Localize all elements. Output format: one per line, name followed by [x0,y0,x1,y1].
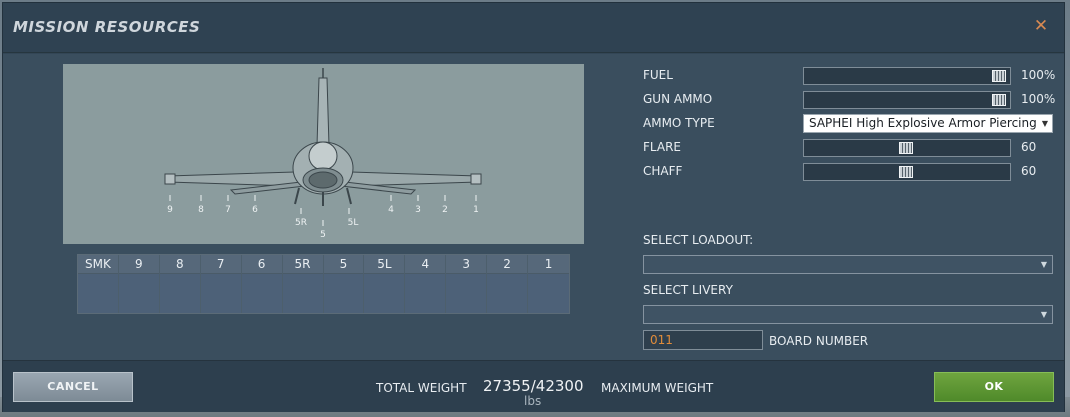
pylon-column: 5L [364,255,406,313]
pylon-header: 3 [446,255,487,274]
pylon-slot-7[interactable] [200,274,241,313]
pylon-table: SMK 9 8 7 6 5R 5 5L 4 3 2 1 [77,254,570,314]
weight-unit: lbs [524,394,542,408]
settings-panel: FUEL 100% GUN AMMO 100% AMMO TYPE SAPHEI… [643,64,1063,350]
board-number-label: BOARD NUMBER [769,334,869,348]
ok-button[interactable]: OK [934,372,1054,402]
title-bar: MISSION RESOURCES ✕ [3,3,1064,53]
pylon-column: 6 [241,255,283,313]
mission-resources-window: MISSION RESOURCES ✕ 9 8 7 6 5R 5 5L 4 3 … [2,2,1065,412]
aircraft-preview: 9 8 7 6 5R 5 5L 4 3 2 1 [63,64,584,244]
pylon-slot-6[interactable] [241,274,282,313]
pylon-slot-1[interactable] [528,274,569,313]
chaff-slider[interactable] [803,163,1011,181]
pylon-column: 9 [118,255,160,313]
cancel-button[interactable]: CANCEL [13,372,133,402]
slider-thumb[interactable] [992,70,1006,82]
slider-thumb[interactable] [992,94,1006,106]
station-marker: 8 [198,205,204,215]
station-marker: 1 [473,205,479,215]
total-weight-label: TOTAL WEIGHT [376,381,467,395]
flare-row: FLARE 60 [643,136,1063,160]
loadout-select[interactable]: ▼ [643,255,1053,274]
chevron-down-icon: ▼ [1040,260,1048,269]
chevron-down-icon: ▼ [1040,310,1048,319]
close-icon[interactable]: ✕ [1032,17,1050,35]
pylon-header: 5 [323,255,364,274]
select-loadout-label: SELECT LOADOUT: [643,233,754,247]
chaff-label: CHAFF [643,164,683,178]
content-area: 9 8 7 6 5R 5 5L 4 3 2 1 SMK 9 8 7 6 5R 5… [3,54,1064,360]
pylon-header: 7 [200,255,241,274]
station-marker: 3 [415,205,421,215]
gun-ammo-value: 100% [1021,92,1056,106]
ammo-type-label: AMMO TYPE [643,116,715,130]
livery-select[interactable]: ▼ [643,305,1053,324]
maximum-weight-label: MAXIMUM WEIGHT [601,381,714,395]
chevron-down-icon: ▼ [1038,115,1052,132]
pylon-column: 2 [487,255,529,313]
pylon-header: 1 [528,255,569,274]
pylon-column: 5R [282,255,324,313]
station-marker: 9 [167,205,173,215]
ammo-type-selected: SAPHEI High Explosive Armor Piercing P [809,116,1048,130]
station-marker: 5 [320,230,326,240]
fuel-value: 100% [1021,68,1056,82]
station-marker: 2 [442,205,448,215]
pylon-header: 2 [487,255,528,274]
pylon-slot-5[interactable] [323,274,364,313]
gun-ammo-label: GUN AMMO [643,92,713,106]
ammo-type-select[interactable]: SAPHEI High Explosive Armor Piercing P ▼ [803,114,1053,133]
pylon-header: 5L [364,255,405,274]
pylon-slot-5r[interactable] [282,274,323,313]
station-marker: 5L [348,218,359,228]
slider-thumb[interactable] [899,142,913,154]
station-marker: 4 [388,205,394,215]
pylon-column: 3 [446,255,488,313]
pylon-header: SMK [78,255,118,274]
pylon-slot-8[interactable] [159,274,200,313]
pylon-slot-4[interactable] [405,274,446,313]
chaff-row: CHAFF 60 [643,160,1063,184]
aircraft-front-view: 9 8 7 6 5R 5 5L 4 3 2 1 [164,68,482,240]
pylon-column: 1 [528,255,569,313]
flare-slider[interactable] [803,139,1011,157]
fuel-row: FUEL 100% [643,64,1063,88]
weight-value: 27355/42300 [483,377,584,395]
pylon-column: 4 [405,255,447,313]
flare-label: FLARE [643,140,681,154]
pylon-header: 8 [159,255,200,274]
fuel-label: FUEL [643,68,673,82]
chaff-value: 60 [1021,164,1037,178]
pylon-header: 9 [118,255,159,274]
station-marker: 5R [295,218,307,228]
pylon-column: 7 [200,255,242,313]
pylon-slot-5l[interactable] [364,274,405,313]
footer-bar: CANCEL TOTAL WEIGHT 27355/42300 lbs MAXI… [3,360,1064,412]
pylon-header: 5R [282,255,323,274]
pylon-slot-9[interactable] [118,274,159,313]
pylon-column: SMK [78,255,119,313]
select-livery-label: SELECT LIVERY [643,283,733,297]
station-marker: 7 [225,205,231,215]
gun-ammo-slider[interactable] [803,91,1011,109]
pylon-slot-smk[interactable] [78,274,118,313]
pylon-header: 6 [241,255,282,274]
pylon-header: 4 [405,255,446,274]
pylon-column: 8 [159,255,201,313]
station-marker: 6 [252,205,258,215]
pylon-slot-2[interactable] [487,274,528,313]
flare-value: 60 [1021,140,1037,154]
board-number-input[interactable]: 011 [643,330,763,350]
ammo-type-row: AMMO TYPE SAPHEI High Explosive Armor Pi… [643,112,1063,136]
window-title: MISSION RESOURCES [13,18,201,36]
pylon-slot-3[interactable] [446,274,487,313]
slider-thumb[interactable] [899,166,913,178]
pylon-column: 5 [323,255,365,313]
fuel-slider[interactable] [803,67,1011,85]
gun-ammo-row: GUN AMMO 100% [643,88,1063,112]
